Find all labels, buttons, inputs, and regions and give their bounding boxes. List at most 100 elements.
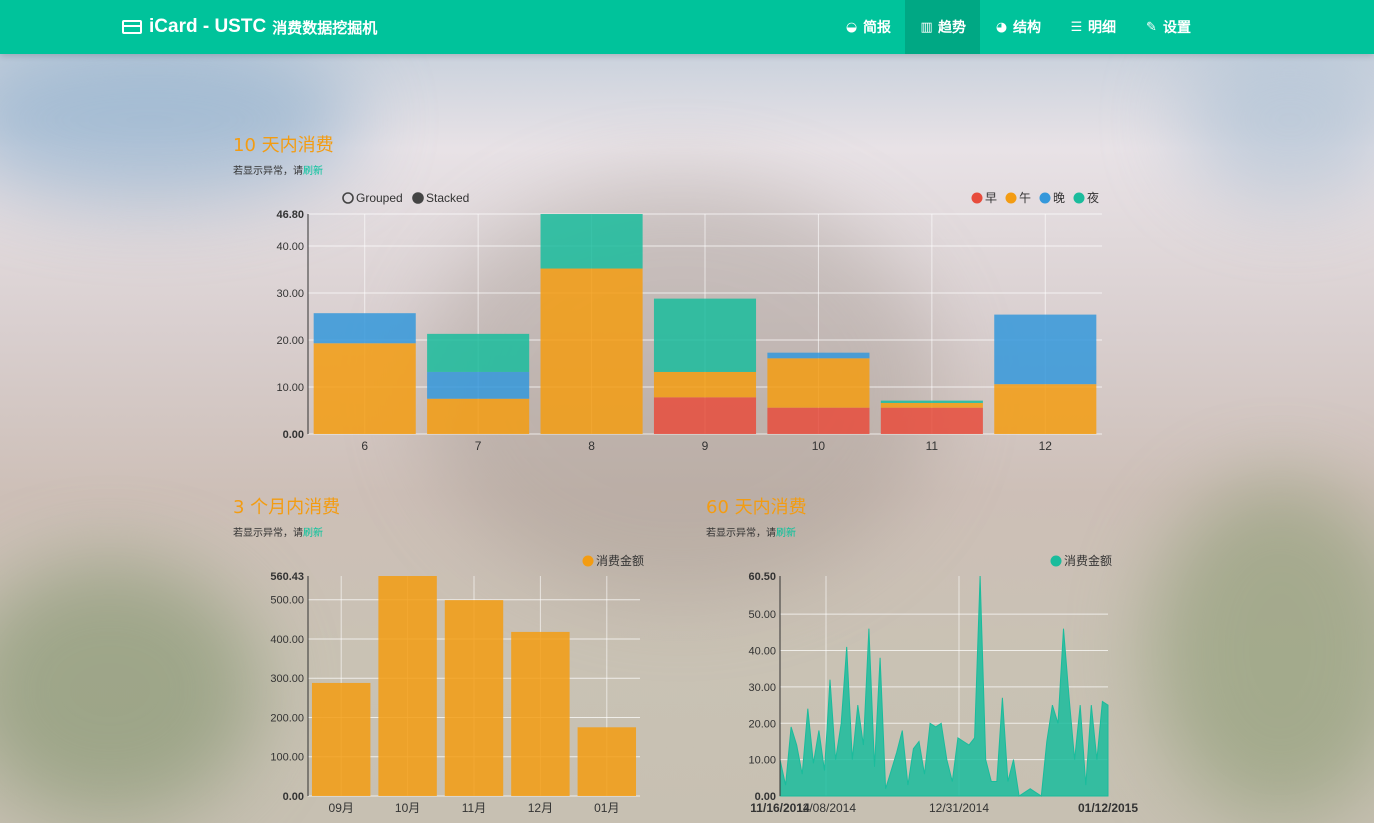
- brand-title: iCard - USTC: [149, 16, 267, 37]
- grouped-toggle[interactable]: [342, 192, 354, 204]
- nav-item-label: 明细: [1088, 20, 1116, 36]
- y-tick-label: 40.00: [748, 646, 776, 658]
- bar-segment[interactable]: [767, 358, 870, 408]
- bar[interactable]: [444, 600, 504, 796]
- refresh-link[interactable]: 刷新: [303, 528, 323, 539]
- refresh-link[interactable]: 刷新: [303, 166, 323, 177]
- legend-marker[interactable]: [971, 192, 983, 204]
- legend-marker[interactable]: [1005, 192, 1017, 204]
- legend-label: 早: [985, 191, 997, 205]
- nav-item-settings[interactable]: ✎ 设置: [1130, 0, 1205, 54]
- control-label: Stacked: [426, 191, 469, 205]
- bar-segment[interactable]: [313, 313, 416, 344]
- y-tick-label: 50.00: [748, 609, 776, 621]
- hint-text: 若显示异常，请: [233, 166, 303, 177]
- bar-segment[interactable]: [313, 343, 416, 434]
- legend-marker[interactable]: [1039, 192, 1051, 204]
- background-trees-left: [0, 560, 260, 820]
- x-tick-label: 12/08/2014: [796, 801, 856, 815]
- brand-subtitle: 消费数据挖掘机: [272, 18, 378, 37]
- legend-label: 消费金额: [1064, 553, 1112, 568]
- nav-item-label: 趋势: [938, 20, 966, 36]
- y-tick-label: 20.00: [748, 718, 776, 730]
- bar-segment[interactable]: [767, 407, 870, 434]
- legend-label: 消费金额: [596, 553, 644, 568]
- x-tick-label: 12: [1039, 439, 1053, 453]
- background-sky-right: [1180, 40, 1374, 200]
- three-month-title: 3 个月内消费: [233, 497, 341, 518]
- x-tick-label: 09月: [329, 801, 354, 815]
- y-tick-label: 200.00: [270, 712, 304, 724]
- hint-text: 若显示异常，请: [706, 528, 776, 539]
- sixty-day-hint: 若显示异常，请刷新: [706, 524, 796, 539]
- bar[interactable]: [577, 727, 637, 796]
- stacked-toggle[interactable]: [412, 192, 424, 204]
- y-tick-label: 10.00: [276, 382, 304, 394]
- background-trees-right: [1150, 480, 1374, 820]
- bar-segment[interactable]: [880, 407, 983, 434]
- y-tick-label: 300.00: [270, 673, 304, 685]
- legend-marker[interactable]: [582, 555, 594, 567]
- bar[interactable]: [511, 631, 570, 796]
- bar-segment[interactable]: [653, 371, 757, 398]
- bar[interactable]: [311, 682, 371, 796]
- nav-item-detail[interactable]: ☰ 明细: [1055, 0, 1130, 54]
- bar-segment[interactable]: [994, 384, 1097, 434]
- legend-label: 夜: [1087, 190, 1099, 205]
- bar-segment[interactable]: [880, 402, 983, 408]
- y-max-label: 60.50: [748, 571, 776, 583]
- area-series[interactable]: [779, 575, 1109, 797]
- y-tick-label: 10.00: [748, 755, 776, 767]
- credit-card-icon: [122, 20, 142, 34]
- y-tick-label: 0.00: [283, 791, 304, 803]
- x-tick-label: 01月: [594, 801, 619, 815]
- bar[interactable]: [378, 576, 437, 796]
- bar-segment[interactable]: [540, 268, 643, 434]
- x-tick-label: 7: [475, 439, 482, 453]
- list-icon: ☰: [1070, 19, 1083, 35]
- bar-segment[interactable]: [880, 400, 983, 403]
- brand[interactable]: iCard - USTC 消费数据挖掘机: [122, 0, 377, 54]
- bar-chart-icon: ▥: [920, 19, 933, 35]
- bar-segment[interactable]: [653, 397, 757, 434]
- y-tick-label: 30.00: [748, 682, 776, 694]
- x-tick-label: 10: [812, 439, 826, 453]
- wrench-icon: ✎: [1146, 19, 1157, 35]
- x-max-label: 01/12/2015: [1078, 801, 1138, 815]
- sixty-day-title: 60 天内消费: [706, 497, 807, 518]
- bar-segment[interactable]: [427, 398, 530, 434]
- y-tick-label: 30.00: [276, 288, 304, 300]
- ten-day-stacked-bar-chart: 0.00 10.00 20.00 30.00 40.00 46.80 6 7 8 9 10 11 12 G…: [276, 190, 1102, 453]
- bar-segment[interactable]: [540, 214, 643, 269]
- ten-day-hint: 若显示异常，请刷新: [233, 162, 323, 177]
- control-label: Grouped: [356, 191, 403, 205]
- nav-item-label: 结构: [1013, 20, 1041, 36]
- three-month-hint: 若显示异常，请刷新: [233, 524, 323, 539]
- y-tick-label: 500.00: [270, 595, 304, 607]
- y-tick-label: 100.00: [270, 752, 304, 764]
- sixty-day-area-chart: 0.0010.0020.0030.0040.0050.0060.5011/16/…: [748, 553, 1138, 815]
- refresh-link[interactable]: 刷新: [776, 528, 796, 539]
- ten-day-title: 10 天内消费: [233, 135, 334, 156]
- bar-segment[interactable]: [653, 298, 757, 372]
- bar-segment[interactable]: [994, 314, 1097, 385]
- y-max-label: 560.43: [270, 571, 304, 583]
- nav-item-structure[interactable]: ◕ 结构: [980, 0, 1055, 54]
- x-tick-label: 12/31/2014: [929, 801, 989, 815]
- hint-text: 若显示异常，请: [233, 528, 303, 539]
- legend-marker[interactable]: [1073, 192, 1085, 204]
- legend-marker[interactable]: [1050, 555, 1062, 567]
- x-tick-label: 11: [926, 439, 939, 453]
- x-tick-label: 8: [588, 439, 595, 453]
- nav-item-brief[interactable]: ◒ 简报: [830, 0, 905, 54]
- nav-item-trend[interactable]: ▥ 趋势: [905, 0, 980, 54]
- dashboard-icon: ◒: [845, 19, 858, 35]
- y-tick-label: 400.00: [270, 634, 304, 646]
- x-tick-label: 11月: [462, 801, 486, 815]
- bar-segment[interactable]: [427, 371, 530, 399]
- nav-item-label: 简报: [863, 20, 891, 36]
- x-tick-label: 10月: [395, 801, 420, 815]
- bar-segment[interactable]: [427, 333, 530, 372]
- bar-segment[interactable]: [767, 352, 870, 359]
- three-month-bar-chart: 0.00 100.00 200.00 300.00 400.00 500.00 560.43…: [270, 553, 644, 815]
